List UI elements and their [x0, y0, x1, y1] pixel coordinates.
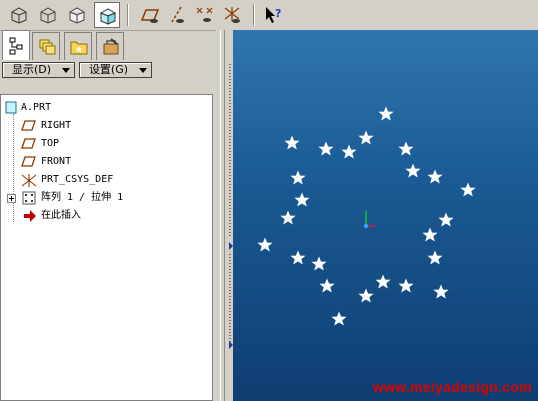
- insert-arrow-icon: [24, 210, 36, 222]
- settings-dropdown[interactable]: 设置(G): [79, 62, 152, 78]
- datum-plane-icon: [21, 120, 36, 131]
- star-feature[interactable]: [257, 237, 273, 253]
- layer-tree-tab[interactable]: [32, 32, 60, 60]
- star-feature[interactable]: [427, 169, 443, 185]
- star-feature[interactable]: [460, 182, 476, 198]
- tree-root-part[interactable]: A.PRT: [1, 99, 201, 117]
- star-feature[interactable]: [378, 106, 394, 122]
- star-feature[interactable]: [319, 278, 335, 294]
- favorites-icon: [103, 38, 119, 55]
- model-tree: A.PRT RIGHT TOP FRONT PRT_CSYS_DEF 阵列 1 …: [0, 94, 213, 401]
- tree-item-front[interactable]: FRONT: [1, 153, 201, 171]
- tree-item-right[interactable]: RIGHT: [1, 117, 201, 135]
- sash-edge: [220, 30, 225, 401]
- toolbar-separator: [253, 4, 255, 26]
- expand-icon[interactable]: [7, 194, 16, 203]
- star-feature[interactable]: [341, 144, 357, 160]
- chevron-down-icon: [139, 68, 147, 73]
- navigator-tabs: [0, 30, 130, 61]
- part-icon: [5, 101, 17, 114]
- model-tree-tab[interactable]: [2, 30, 30, 61]
- star-feature[interactable]: [290, 170, 306, 186]
- star-feature[interactable]: [427, 250, 443, 266]
- star-feature[interactable]: [405, 163, 421, 179]
- coordinate-triad-icon: [363, 211, 376, 229]
- hidden-line-cube-icon[interactable]: [35, 2, 61, 28]
- shaded-cube-icon[interactable]: [94, 2, 120, 28]
- folder-browser-icon: [70, 41, 88, 55]
- main-toolbar: ?: [0, 0, 538, 31]
- datum-point-display-icon[interactable]: [192, 2, 218, 28]
- show-dropdown[interactable]: 显示(D): [2, 62, 75, 78]
- coordinate-system-icon: [21, 174, 37, 187]
- model-tree-panel: 显示(D) 设置(G) A.PRT RIGHT TOP FRONT PRT_CS…: [0, 60, 216, 401]
- tree-item-pattern[interactable]: 阵列 1 / 拉伸 1: [1, 189, 201, 207]
- svg-text:?: ?: [275, 7, 281, 20]
- star-feature[interactable]: [398, 141, 414, 157]
- chevron-down-icon: [62, 68, 70, 73]
- star-feature[interactable]: [358, 130, 374, 146]
- star-feature[interactable]: [438, 212, 454, 228]
- sash-grip: [229, 254, 231, 346]
- datum-plane-icon: [21, 156, 36, 167]
- star-feature[interactable]: [375, 274, 391, 290]
- sash-grip: [229, 64, 231, 236]
- pattern-icon: [22, 191, 36, 205]
- star-feature[interactable]: [398, 278, 414, 294]
- datum-axis-display-icon[interactable]: [164, 2, 190, 28]
- layer-tree-icon: [39, 39, 56, 55]
- toolbar-separator: [127, 4, 129, 26]
- star-feature[interactable]: [280, 210, 296, 226]
- star-feature[interactable]: [284, 135, 300, 151]
- datum-plane-icon: [21, 138, 36, 149]
- wireframe-cube-icon[interactable]: [6, 2, 32, 28]
- coordinate-system-display-icon[interactable]: [220, 2, 246, 28]
- star-feature[interactable]: [331, 311, 347, 327]
- star-feature[interactable]: [311, 256, 327, 272]
- tree-item-top[interactable]: TOP: [1, 135, 201, 153]
- show-dropdown-label: 显示(D): [11, 63, 52, 76]
- settings-dropdown-label: 设置(G): [88, 63, 129, 76]
- tree-item-csys[interactable]: PRT_CSYS_DEF: [1, 171, 201, 189]
- context-help-icon[interactable]: ?: [260, 2, 286, 28]
- star-feature[interactable]: [433, 284, 449, 300]
- watermark: www.meiyadesign.com: [372, 379, 532, 395]
- graphics-viewport[interactable]: www.meiyadesign.com: [233, 30, 538, 401]
- folder-browser-tab[interactable]: [64, 32, 92, 60]
- favorites-tab[interactable]: [96, 32, 124, 60]
- no-hidden-cube-icon[interactable]: [64, 2, 90, 28]
- star-feature[interactable]: [318, 141, 334, 157]
- star-feature[interactable]: [294, 192, 310, 208]
- datum-plane-display-icon[interactable]: [136, 2, 162, 28]
- model-tree-icon: [9, 37, 23, 55]
- panel-sash[interactable]: [216, 30, 233, 401]
- star-feature[interactable]: [290, 250, 306, 266]
- star-feature[interactable]: [358, 288, 374, 304]
- star-feature[interactable]: [422, 227, 438, 243]
- tree-item-insert-here[interactable]: 在此插入: [1, 207, 201, 225]
